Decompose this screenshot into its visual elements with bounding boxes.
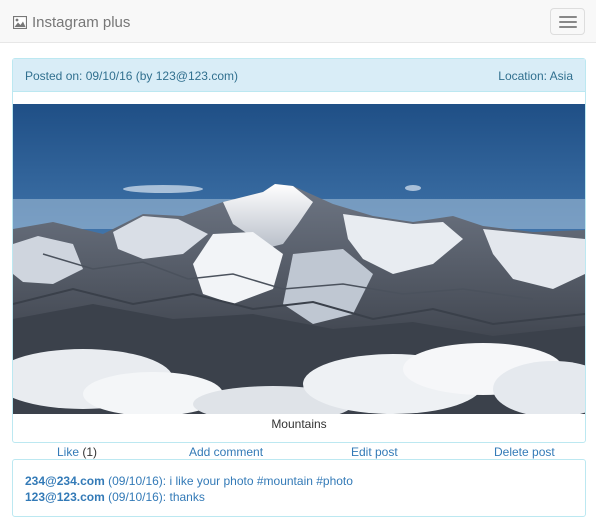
comment-text: i like your photo #mountain #photo — [169, 474, 353, 488]
post-photo — [13, 104, 585, 414]
hamburger-menu-icon — [559, 16, 577, 18]
navbar-toggle-button[interactable] — [550, 8, 585, 35]
navbar: Instagram plus — [0, 0, 596, 43]
add-comment-link[interactable]: Add comment — [189, 445, 263, 459]
picture-icon — [12, 15, 28, 29]
like-button[interactable]: Like (1) — [57, 445, 97, 459]
comment-user-link[interactable]: 123@123.com — [25, 490, 105, 504]
post-heading: Posted on: 09/10/16 (by 123@123.com) Loc… — [13, 59, 585, 92]
hamburger-bar — [559, 26, 577, 28]
comment-item: 234@234.com (09/10/16): i like your phot… — [25, 474, 353, 488]
edit-post-link[interactable]: Edit post — [351, 445, 398, 459]
brand-link[interactable]: Instagram plus — [12, 12, 131, 32]
comment-date: (09/10/16): — [104, 474, 170, 488]
post-panel: Posted on: 09/10/16 (by 123@123.com) Loc… — [12, 58, 586, 443]
posted-on-text: Posted on: 09/10/16 (by 123@123.com) — [25, 69, 238, 83]
comment-item: 123@123.com (09/10/16): thanks — [25, 490, 205, 504]
brand-title: Instagram plus — [32, 13, 131, 31]
like-count: (1) — [82, 445, 98, 459]
comment-date: (09/10/16): — [104, 490, 170, 504]
delete-post-link[interactable]: Delete post — [494, 445, 555, 459]
comment-text: thanks — [169, 490, 205, 504]
like-label: Like — [57, 445, 80, 459]
hamburger-bar — [559, 21, 577, 23]
photo-caption: Mountains — [271, 417, 327, 431]
location-text: Location: Asia — [498, 69, 573, 83]
comment-user-link[interactable]: 234@234.com — [25, 474, 105, 488]
comments-panel: 234@234.com (09/10/16): i like your phot… — [12, 459, 586, 517]
